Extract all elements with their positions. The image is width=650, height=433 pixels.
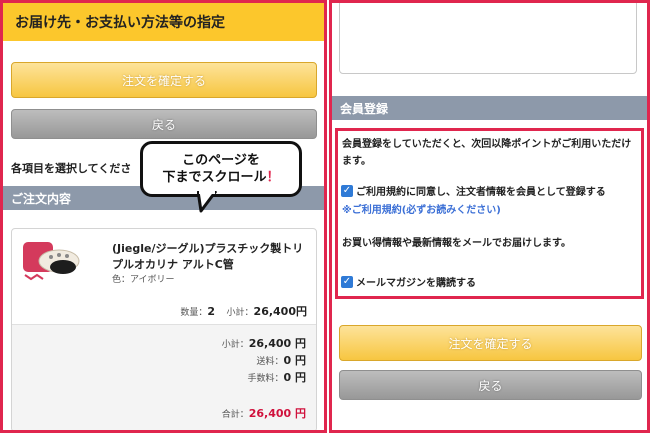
quantity-subtotal-line: 数量：2 小計：26,400円: [12, 303, 307, 319]
callout-bubble: このページを 下までスクロール！: [140, 141, 302, 197]
newsletter-info-text: お買い得情報や最新情報をメールでお届けします。: [342, 238, 571, 249]
subtotal-row: 小計：26,400 円: [222, 335, 306, 351]
right-screen-panel: 会員登録 会員登録をしていただくと、次回以降ポイントがご利用いただけます。 ✓ …: [329, 0, 650, 433]
check-icon[interactable]: ✓: [341, 184, 353, 197]
confirm-order-button[interactable]: 注文を確定する: [11, 62, 317, 98]
callout-line-2: 下までスクロール！: [162, 169, 279, 186]
scroll-callout: このページを 下までスクロール！: [140, 141, 302, 213]
member-section-header: 会員登録: [332, 96, 647, 120]
instruction-text: 各項目を選択してくださ: [11, 162, 132, 175]
product-color: 色：アイボリー: [112, 275, 175, 285]
page-title: お届け先・お支払い方法等の指定: [3, 3, 324, 41]
product-thumbnail[interactable]: [21, 239, 83, 281]
callout-line-1: このページを: [182, 153, 260, 168]
left-screen-panel: お届け先・お支払い方法等の指定 注文を確定する 戻る 各項目を選択してくださ ご…: [0, 0, 327, 433]
member-info-text: 会員登録をしていただくと、次回以降ポイントがご利用いただけます。: [342, 139, 632, 167]
exclamation-mark: ！: [266, 170, 280, 185]
newsletter-checkbox[interactable]: ✓ メールマガジンを購読する: [341, 274, 476, 289]
callout-line-2-text: 下までスクロール: [162, 170, 267, 185]
shipping-row: 送料：0 円: [257, 352, 307, 368]
member-registration-box: 会員登録をしていただくと、次回以降ポイントがご利用いただけます。 ✓ ご利用規約…: [335, 128, 644, 299]
register-checkbox-label[interactable]: ご利用規約に同意し、注文者情報を会員として登録する: [356, 183, 606, 198]
remarks-textarea[interactable]: [339, 3, 637, 74]
subtotal-value: 26,400 円: [248, 337, 306, 350]
item-subtotal-value: 26,400円: [253, 305, 307, 318]
fee-label: 手数料：: [247, 374, 284, 384]
order-item-card: (Jiegle/ジーグル)プラスチック製トリプルオカリナ アルトC管 色：アイボ…: [11, 228, 317, 430]
confirm-order-button[interactable]: 注文を確定する: [339, 325, 642, 361]
register-member-checkbox[interactable]: ✓ ご利用規約に同意し、注文者情報を会員として登録する: [341, 183, 606, 198]
terms-link[interactable]: ※ご利用規約(必ずお読みください): [342, 201, 501, 216]
total-label: 合計：: [221, 410, 249, 420]
total-row: 合計：26,400 円: [222, 405, 306, 421]
subtotal-label: 小計：: [221, 340, 249, 350]
fee-value: 0 円: [283, 371, 306, 384]
back-button[interactable]: 戻る: [11, 109, 317, 139]
total-value: 26,400 円: [248, 407, 306, 420]
fee-row: 手数料：0 円: [248, 369, 307, 385]
back-button[interactable]: 戻る: [339, 370, 642, 400]
item-subtotal-label: 小計：: [226, 308, 254, 318]
order-totals: 小計：26,400 円 送料：0 円 手数料：0 円 合計：26,400 円: [12, 324, 316, 430]
callout-tail-icon: [197, 191, 217, 213]
check-icon[interactable]: ✓: [341, 275, 353, 288]
quantity-label: 数量：: [180, 308, 208, 318]
newsletter-checkbox-label[interactable]: メールマガジンを購読する: [356, 274, 476, 289]
product-name[interactable]: (Jiegle/ジーグル)プラスチック製トリプルオカリナ アルトC管: [112, 241, 312, 273]
shipping-value: 0 円: [283, 354, 306, 367]
shipping-label: 送料：: [256, 357, 284, 367]
quantity-value: 2: [207, 305, 216, 318]
